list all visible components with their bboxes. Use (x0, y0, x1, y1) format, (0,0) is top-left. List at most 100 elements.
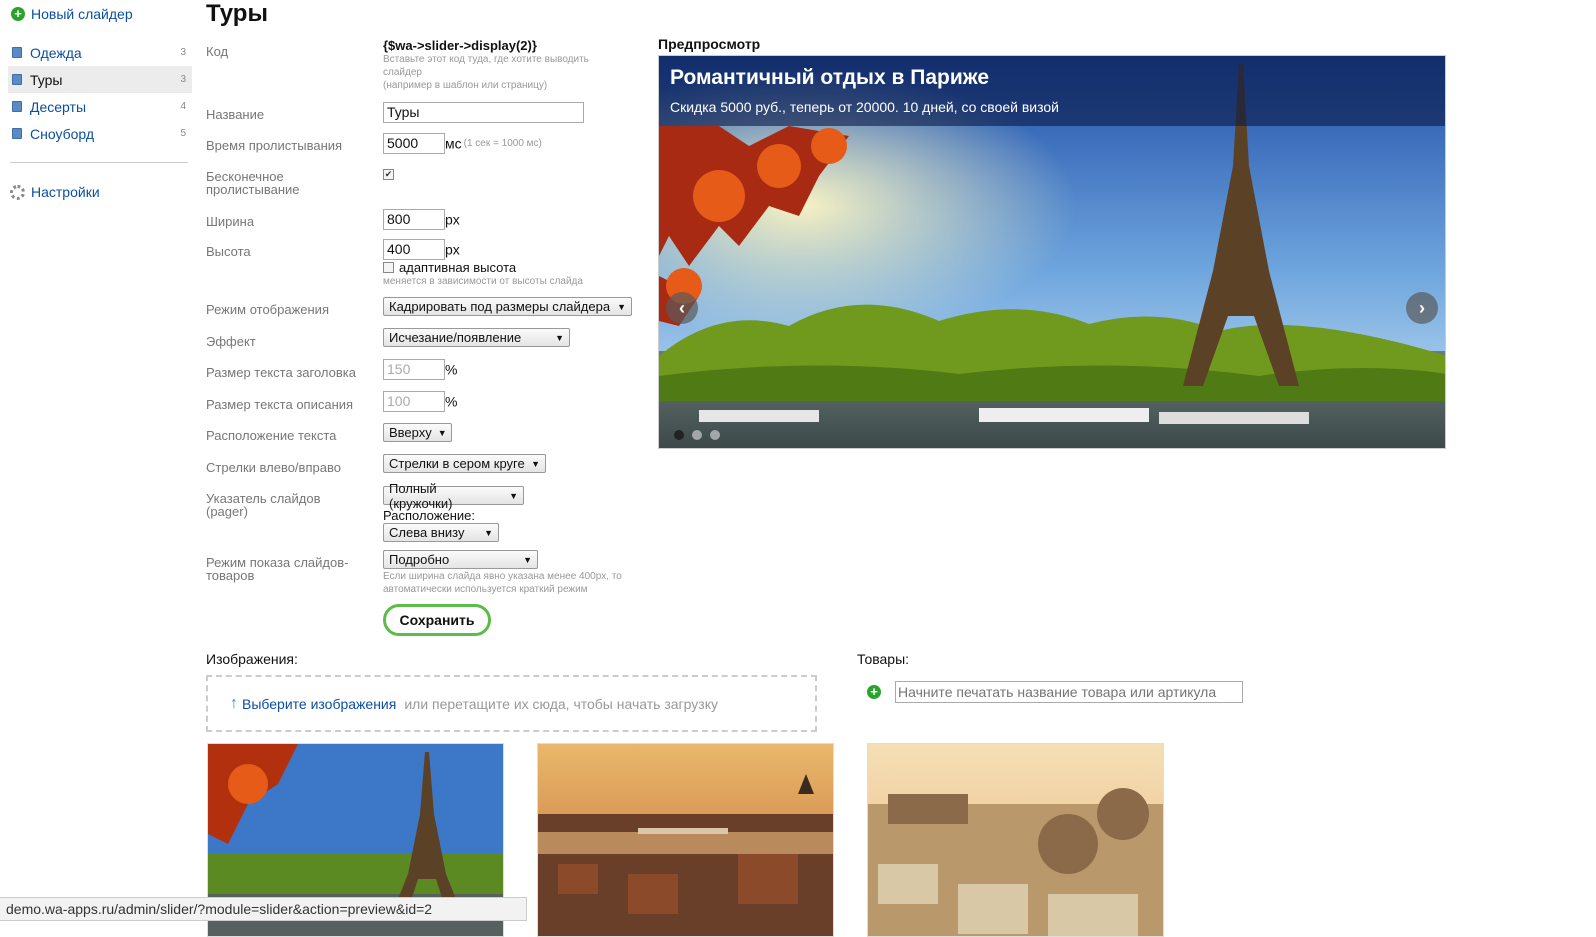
title-size-label: Размер текста заголовка (206, 365, 356, 380)
settings-link[interactable]: Настройки (10, 184, 100, 200)
title-size-unit: % (445, 361, 458, 378)
sidebar-item-snowboard[interactable]: Сноуборд 5 (8, 120, 192, 147)
sidebar-item-count: 4 (180, 101, 186, 112)
image-thumbnail-prague[interactable] (537, 743, 834, 937)
adaptive-height-label: адаптивная высота (399, 260, 517, 275)
slide-description: Скидка 5000 руб., теперь от 20000. 10 дн… (670, 99, 1059, 115)
effect-label: Эффект (206, 334, 256, 349)
document-icon (12, 47, 22, 58)
pager-dot[interactable] (692, 430, 702, 440)
product-search-input[interactable] (895, 681, 1243, 703)
name-label: Название (206, 107, 265, 122)
document-icon (12, 101, 22, 112)
sidebar-item-clothes[interactable]: Одежда 3 (8, 39, 192, 66)
gear-icon (10, 184, 25, 200)
code-hint-example: (например в шаблон или страницу) (383, 80, 548, 91)
image-thumbnail-rome[interactable] (867, 743, 1164, 937)
choose-images-link[interactable]: Выберите изображения (242, 696, 396, 712)
plus-icon: + (11, 7, 25, 21)
slider-list: Одежда 3 Туры 3 Десерты 4 Сноуборд 5 (8, 39, 192, 147)
new-slider-label: Новый слайдер (31, 6, 133, 22)
new-slider-link[interactable]: + Новый слайдер (11, 6, 133, 22)
width-input[interactable]: 800 (383, 209, 445, 230)
pager-position-value: Слева внизу (389, 525, 465, 540)
image-dropzone[interactable]: ↑ Выберите изображения или перетащите их… (206, 675, 817, 732)
sidebar-divider (10, 162, 188, 163)
code-label: Код (206, 44, 229, 59)
height-label: Высота (206, 244, 251, 259)
effect-select[interactable]: Исчезание/появление ▼ (383, 328, 570, 347)
infinite-checkbox[interactable]: ✔ (383, 169, 394, 181)
infinite-label: Бесконечное пролистывание (206, 169, 300, 197)
display-mode-label: Режим отображения (206, 302, 329, 317)
adaptive-height-hint: меняется в зависимости от высоты слайда (383, 276, 583, 287)
sidebar-item-desserts[interactable]: Десерты 4 (8, 93, 192, 120)
save-button[interactable]: Сохранить (383, 604, 491, 636)
dropdown-arrow-icon: ▼ (617, 301, 626, 312)
document-icon (12, 128, 22, 139)
pager-dot[interactable] (674, 430, 684, 440)
page-title: Туры (206, 0, 268, 27)
slide-title: Романтичный отдых в Париже (670, 66, 990, 89)
slider-pager (674, 430, 720, 440)
adaptive-height-checkbox[interactable] (383, 262, 394, 273)
title-size-input[interactable]: 150 (383, 359, 445, 380)
height-input[interactable]: 400 (383, 239, 445, 260)
sidebar-item-label: Сноуборд (30, 125, 95, 142)
height-unit: px (445, 241, 460, 258)
images-title: Изображения: (206, 651, 298, 667)
products-mode-hint: Если ширина слайда явно указана менее 40… (383, 571, 622, 595)
dropdown-arrow-icon: ▼ (437, 427, 447, 438)
slider-preview: Романтичный отдых в Париже Скидка 5000 р… (658, 55, 1446, 449)
pager-value: Полный (кружочки) (389, 480, 453, 511)
width-label: Ширина (206, 214, 255, 229)
browser-status-bar: demo.wa-apps.ru/admin/slider/?module=sli… (0, 897, 527, 921)
thumbnail-image (868, 744, 1163, 936)
dropdown-arrow-icon: ▼ (509, 490, 518, 501)
code-value[interactable]: {$wa->slider->display(2)} (383, 38, 623, 53)
sidebar-item-label: Туры (30, 71, 63, 88)
products-mode-value: Подробно (389, 552, 450, 567)
product-add: + (867, 681, 1243, 703)
display-mode-value: Кадрировать под размеры слайдера (389, 299, 611, 314)
arrows-label: Стрелки влево/вправо (206, 460, 341, 475)
scroll-time-hint: (1 сек = 1000 мс) (463, 138, 542, 149)
desc-size-unit: % (445, 393, 458, 410)
sidebar-item-tours[interactable]: Туры 3 (8, 66, 192, 93)
pager-dot[interactable] (710, 430, 720, 440)
pager-select[interactable]: Полный (кружочки) ▼ (383, 481, 524, 511)
arrows-select[interactable]: Стрелки в сером круге ▼ (383, 454, 546, 473)
text-position-label: Расположение текста (206, 428, 337, 443)
products-mode-label: Режим показа слайдов-товаров (206, 555, 349, 583)
products-mode-select[interactable]: Подробно ▼ (383, 550, 538, 569)
document-icon (12, 74, 22, 85)
preview-title: Предпросмотр (658, 36, 761, 52)
scroll-time-label: Время пролистывания (206, 138, 343, 153)
pager-position-select[interactable]: Слева внизу ▼ (383, 523, 499, 542)
dropdown-arrow-icon: ▼ (531, 458, 540, 469)
sidebar-item-label: Одежда (30, 44, 82, 61)
name-input[interactable]: Туры (383, 102, 584, 123)
prev-arrow-icon[interactable]: ‹ (666, 292, 698, 324)
sidebar-item-count: 3 (180, 74, 186, 85)
text-position-value: Вверху (389, 425, 432, 440)
dropzone-hint: или перетащите их сюда, чтобы начать заг… (404, 695, 718, 712)
code-block: {$wa->slider->display(2)} Вставьте этот … (383, 38, 623, 92)
text-position-select[interactable]: Вверху ▼ (383, 423, 452, 442)
dropdown-arrow-icon: ▼ (555, 332, 564, 343)
width-unit: px (445, 211, 460, 228)
dropdown-arrow-icon: ▼ (523, 554, 532, 565)
slide-caption: Романтичный отдых в Париже Скидка 5000 р… (659, 56, 1445, 126)
desc-size-input[interactable]: 100 (383, 391, 445, 412)
sidebar-item-count: 3 (180, 47, 186, 58)
sidebar-item-label: Десерты (30, 98, 87, 115)
next-arrow-icon[interactable]: › (1406, 292, 1438, 324)
products-title: Товары: (857, 651, 910, 667)
scroll-time-input[interactable]: 5000 (383, 133, 445, 154)
display-mode-select[interactable]: Кадрировать под размеры слайдера ▼ (383, 297, 632, 316)
thumbnail-image (538, 744, 833, 936)
effect-value: Исчезание/появление (389, 330, 522, 345)
settings-label: Настройки (31, 184, 100, 200)
desc-size-label: Размер текста описания (206, 397, 354, 412)
pager-label: Указатель слайдов (pager) (206, 491, 321, 519)
